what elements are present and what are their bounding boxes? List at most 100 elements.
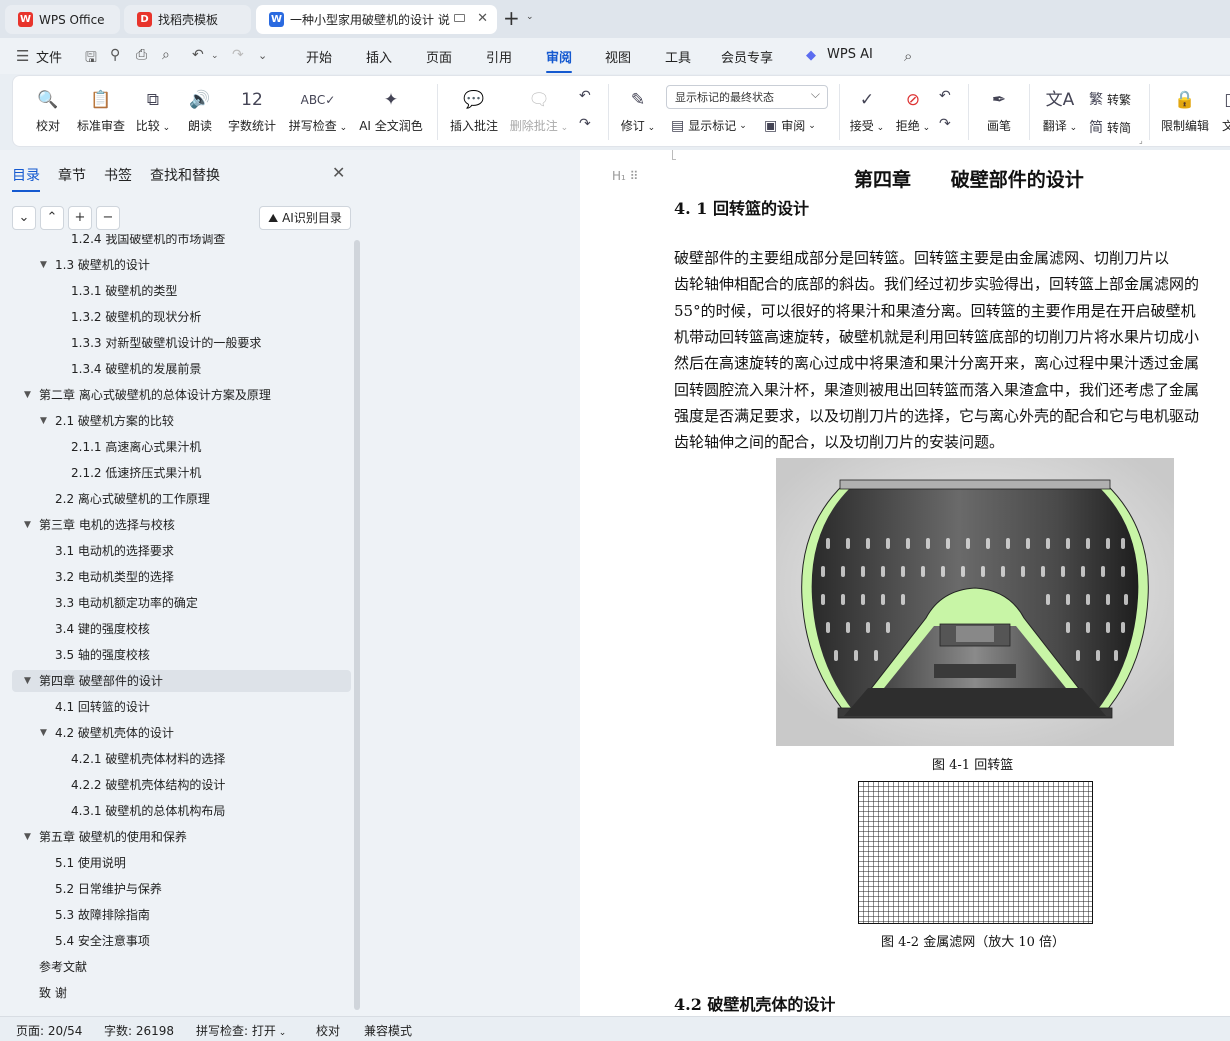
menu-view[interactable]: 视图: [605, 47, 631, 66]
toc-item[interactable]: ▼ 第四章 破壁部件的设计: [0, 670, 350, 692]
toc-item[interactable]: 1.3.4 破壁机的发展前景: [0, 358, 350, 380]
menu-references[interactable]: 引用: [486, 47, 512, 66]
show-markup-button[interactable]: ▤ 显示标记 ⌄: [671, 117, 747, 134]
toc-item[interactable]: 4.1 回转篮的设计: [0, 696, 350, 718]
pen-button[interactable]: ✒ 画笔: [983, 86, 1015, 134]
ai-polish-button[interactable]: ✦ AI 全文润色: [357, 86, 425, 134]
proofread-status[interactable]: 校对: [316, 1022, 340, 1039]
toc-item[interactable]: 1.3.2 破壁机的现状分析: [0, 306, 350, 328]
to-simplified-button[interactable]: 简转简: [1089, 117, 1131, 137]
toc-item[interactable]: ▼ 2.1 破壁机方案的比较: [0, 410, 350, 432]
print-preview-icon[interactable]: ⌕: [162, 47, 170, 63]
page-indicator[interactable]: 页面: 20/54: [16, 1022, 82, 1039]
menu-wps-ai[interactable]: WPS AI: [827, 47, 873, 62]
new-tab-button[interactable]: +: [503, 8, 520, 28]
tab-current-document[interactable]: W 一种小型家用破壁机的设计 说 ✕: [256, 5, 497, 34]
print-icon[interactable]: ⎙: [136, 47, 147, 63]
close-panel-icon[interactable]: ✕: [332, 163, 345, 182]
toc-item[interactable]: ▼ 第二章 离心式破壁机的总体设计方案及原理: [0, 384, 350, 406]
toc-item[interactable]: 致 谢: [0, 982, 350, 1004]
ai-toc-button[interactable]: ⛰ AI识别目录: [259, 206, 351, 230]
toc-collapse-arrow-icon[interactable]: ▼: [24, 826, 31, 848]
toc-scrollbar[interactable]: [354, 240, 360, 1010]
markup-state-select[interactable]: 显示标记的最终状态: [666, 85, 828, 109]
toc-item[interactable]: 5.1 使用说明: [0, 852, 350, 874]
reject-button[interactable]: ⊘ 拒绝 ⌄: [893, 86, 933, 134]
tab-wps-office[interactable]: W WPS Office: [5, 5, 120, 34]
menu-file[interactable]: 文件: [36, 47, 62, 66]
toc-item[interactable]: 4.2.1 破壁机壳体材料的选择: [0, 748, 350, 770]
undo-icon[interactable]: ↶: [192, 47, 204, 63]
standard-review-button[interactable]: 📋 标准审查: [75, 86, 127, 134]
panel-tab-sections[interactable]: 章节: [58, 165, 86, 185]
toc-collapse-arrow-icon[interactable]: ▼: [40, 722, 47, 744]
panel-tab-find-replace[interactable]: 查找和替换: [150, 165, 220, 185]
close-tab-icon[interactable]: ✕: [477, 11, 488, 26]
next-comment-button[interactable]: ↷: [579, 116, 595, 132]
prev-change-button[interactable]: ↶: [939, 88, 955, 104]
hamburger-icon[interactable]: ☰: [16, 47, 29, 65]
accept-button[interactable]: ✓ 接受 ⌄: [847, 86, 887, 134]
toc-item[interactable]: 1.3.3 对新型破壁机设计的一般要求: [0, 332, 350, 354]
expand-level-button[interactable]: ⌃: [40, 206, 64, 230]
toc-item[interactable]: 5.2 日常维护与保养: [0, 878, 350, 900]
share-icon[interactable]: ⚲: [110, 47, 120, 63]
toc-item[interactable]: 参考文献: [0, 956, 350, 978]
toc-collapse-arrow-icon[interactable]: ▼: [24, 670, 31, 692]
next-change-button[interactable]: ↷: [939, 116, 955, 132]
menu-review[interactable]: 审阅: [546, 47, 573, 73]
toc-item[interactable]: 3.2 电动机类型的选择: [0, 566, 350, 588]
tab-docer-templates[interactable]: D 找稻壳模板: [124, 5, 251, 34]
heading-handle[interactable]: H₁ ⠿: [612, 169, 638, 183]
toc-item[interactable]: 3.1 电动机的选择要求: [0, 540, 350, 562]
spell-check-button[interactable]: ABC✓ 拼写检查 ⌄: [287, 86, 349, 134]
review-pane-button[interactable]: ▣ 审阅 ⌄: [764, 117, 816, 134]
toc-item[interactable]: 2.2 离心式破壁机的工作原理: [0, 488, 350, 510]
toc-collapse-arrow-icon[interactable]: ▼: [40, 254, 47, 276]
word-count-indicator[interactable]: 字数: 26198: [104, 1022, 174, 1039]
compare-button[interactable]: ⧉ 比较 ⌄: [135, 86, 171, 134]
prev-comment-button[interactable]: ↶: [579, 88, 595, 104]
translate-button[interactable]: 文A 翻译 ⌄: [1040, 86, 1080, 134]
toc-item[interactable]: 4.2.2 破壁机壳体结构的设计: [0, 774, 350, 796]
tab-list-chevron-icon[interactable]: ⌄: [526, 12, 534, 22]
toc-item[interactable]: 3.5 轴的强度校核: [0, 644, 350, 666]
group-expand-icon[interactable]: ⌟: [1139, 136, 1143, 145]
toc-collapse-arrow-icon[interactable]: ▼: [40, 410, 47, 432]
toc-collapse-arrow-icon[interactable]: ▼: [24, 514, 31, 536]
search-icon[interactable]: ⌕: [904, 47, 912, 65]
toc-item[interactable]: 3.3 电动机额定功率的确定: [0, 592, 350, 614]
to-traditional-button[interactable]: 繁转繁: [1089, 89, 1131, 109]
menu-insert[interactable]: 插入: [366, 47, 392, 66]
toc-collapse-arrow-icon[interactable]: ▼: [24, 384, 31, 406]
toc-item[interactable]: 2.1.1 高速离心式果汁机: [0, 436, 350, 458]
toc-item[interactable]: ▼ 第三章 电机的选择与校核: [0, 514, 350, 536]
spell-check-status[interactable]: 拼写检查: 打开 ⌄: [196, 1022, 286, 1039]
toc-item[interactable]: ▼ 1.3 破壁机的设计: [0, 254, 350, 276]
save-icon[interactable]: 🖫: [85, 47, 97, 71]
word-count-button[interactable]: 12 字数统计: [227, 86, 277, 134]
panel-tab-toc[interactable]: 目录: [12, 165, 40, 192]
menu-member[interactable]: 会员专享: [721, 47, 773, 66]
panel-tab-bookmarks[interactable]: 书签: [104, 165, 132, 185]
menu-tools[interactable]: 工具: [665, 47, 691, 66]
toc-item[interactable]: ▼ 4.2 破壁机壳体的设计: [0, 722, 350, 744]
toc-item[interactable]: 3.4 键的强度校核: [0, 618, 350, 640]
remove-heading-button[interactable]: −: [96, 206, 120, 230]
menu-page[interactable]: 页面: [426, 47, 452, 66]
toc-item[interactable]: 5.3 故障排除指南: [0, 904, 350, 926]
toc-item[interactable]: ▼ 第五章 破壁机的使用和保养: [0, 826, 350, 848]
delete-comment-button[interactable]: 🗨 删除批注 ⌄: [508, 86, 570, 134]
document-page[interactable]: H₁ ⠿ 第四章 破壁部件的设计 4. 1 回转篮的设计 破壁部件的主要组成部分…: [580, 150, 1230, 1016]
toc-item[interactable]: 1.2.4 我国破壁机的市场调查: [0, 234, 350, 250]
add-heading-button[interactable]: +: [68, 206, 92, 230]
toc-item[interactable]: 2.1.2 低速挤压式果汁机: [0, 462, 350, 484]
more-chevron-icon[interactable]: ⌄: [258, 49, 267, 62]
document-partial-button[interactable]: ▯文: [1222, 86, 1230, 134]
collapse-level-button[interactable]: ⌄: [12, 206, 36, 230]
toc-item[interactable]: 5.4 安全注意事项: [0, 930, 350, 952]
read-aloud-button[interactable]: 🔊 朗读: [185, 86, 215, 134]
restrict-edit-button[interactable]: 🔒 限制编辑: [1159, 86, 1211, 134]
toc-item[interactable]: 4.3.1 破壁机的总体机构布局: [0, 800, 350, 822]
proofread-button[interactable]: 🔍 校对: [32, 86, 64, 134]
